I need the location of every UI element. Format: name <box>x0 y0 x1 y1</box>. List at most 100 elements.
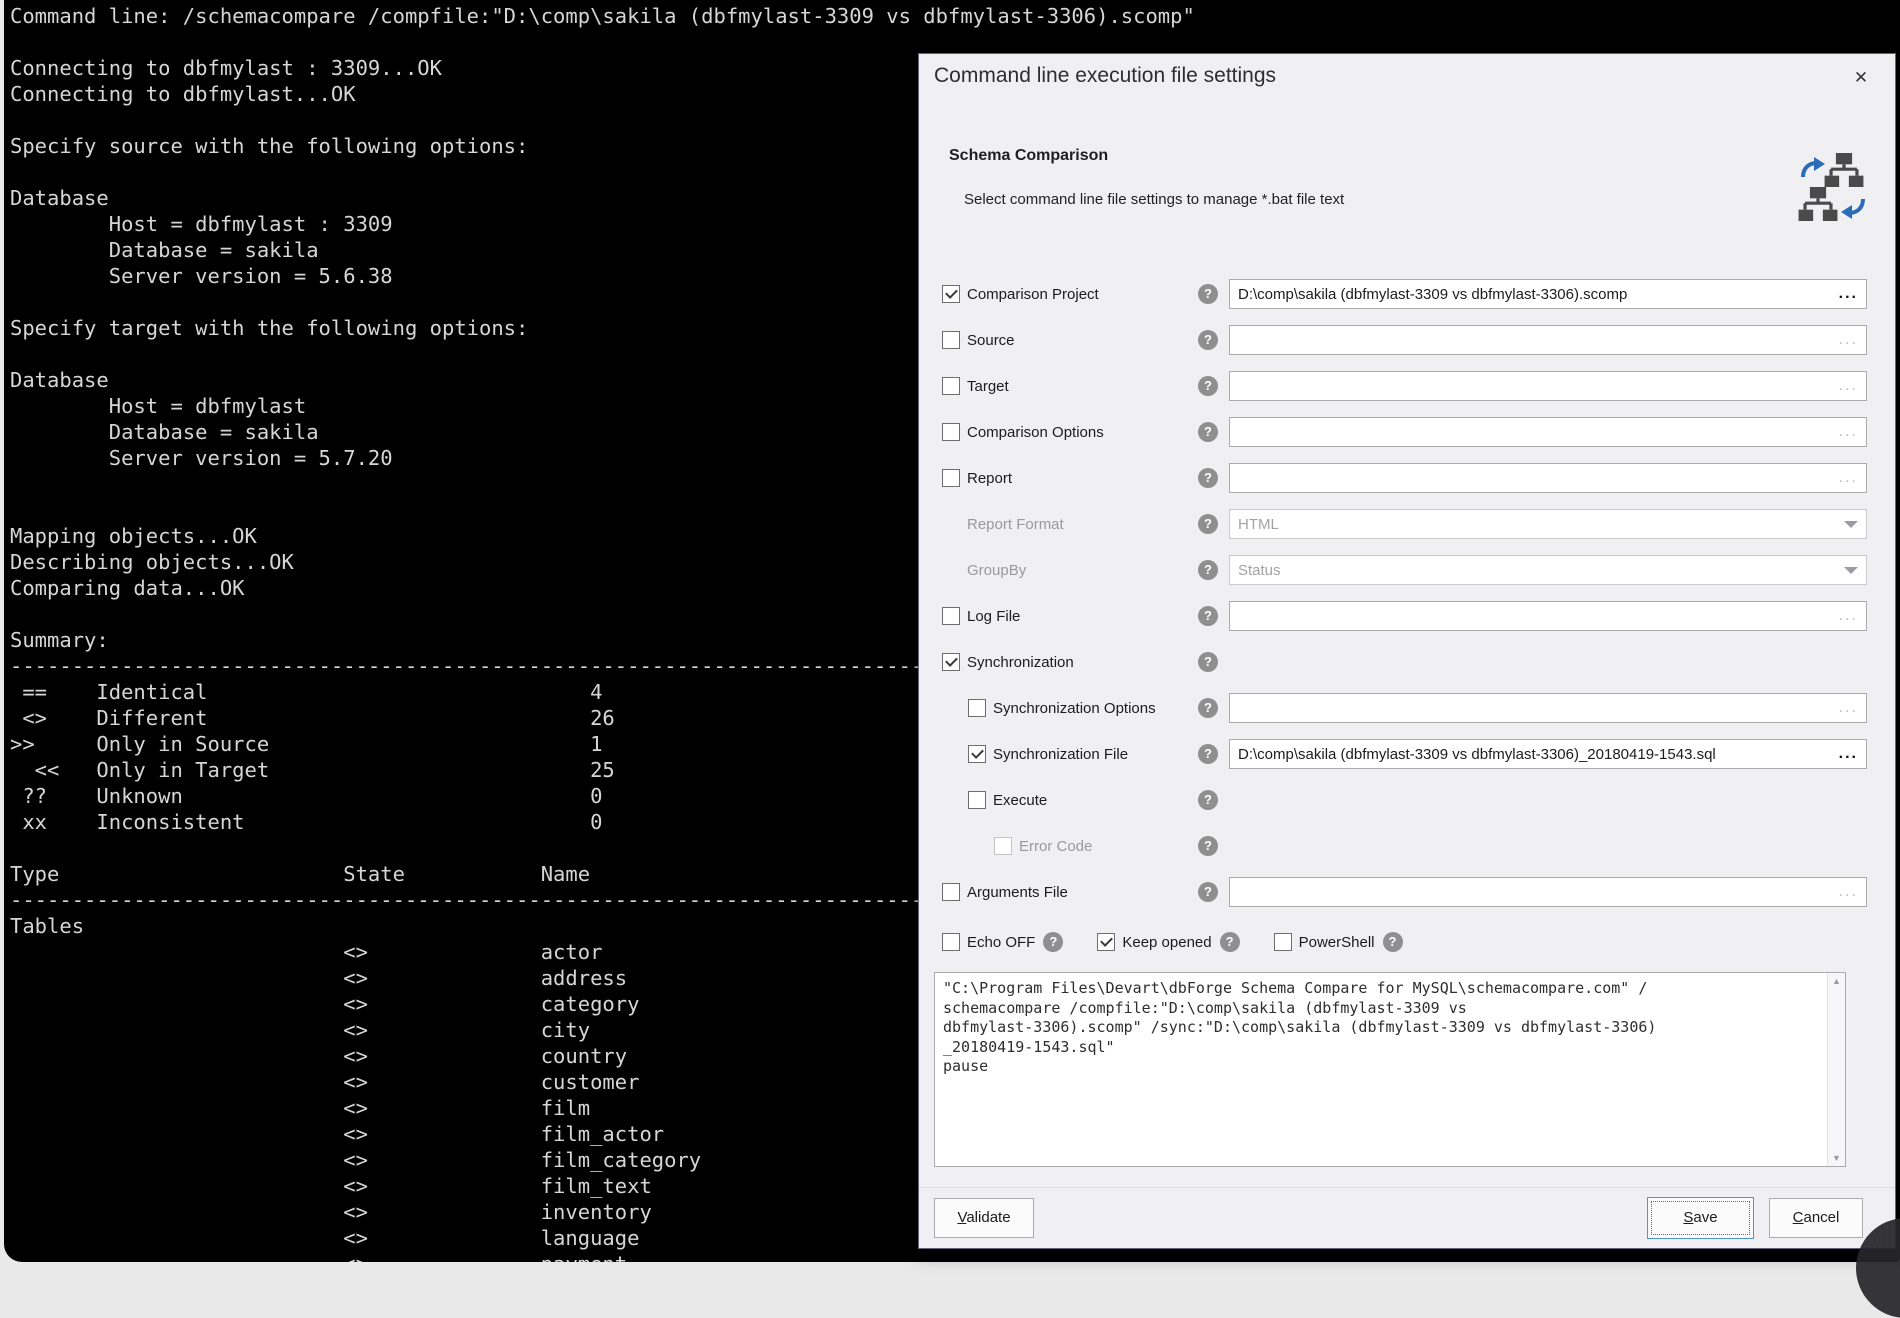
checkbox-comparison-project[interactable] <box>942 285 960 303</box>
source-field[interactable]: ... <box>1229 325 1867 355</box>
option-echo-off: Echo OFF ? <box>942 932 1063 952</box>
save-button[interactable]: Save <box>1647 1197 1754 1239</box>
browse-button[interactable]: ... <box>1839 611 1858 621</box>
label-error-code: Error Code <box>1019 838 1092 855</box>
help-icon[interactable]: ? <box>1198 514 1218 534</box>
groupby-dropdown: Status <box>1229 555 1867 585</box>
label-synchronization-file: Synchronization File <box>993 746 1128 763</box>
help-icon[interactable]: ? <box>1198 744 1218 764</box>
row-source: Source ? ... <box>919 317 1895 363</box>
checkbox-error-code <box>994 837 1012 855</box>
screen: { "colors": { "accent_blue": "#2b6cb8", … <box>0 0 1900 1284</box>
help-icon[interactable]: ? <box>1383 932 1403 952</box>
cancel-button[interactable]: Cancel <box>1769 1198 1863 1238</box>
help-icon[interactable]: ? <box>1198 468 1218 488</box>
undo-arrow-icon <box>1840 195 1866 219</box>
option-keep-opened: Keep opened ? <box>1097 932 1239 952</box>
checkbox-comparison-options[interactable] <box>942 423 960 441</box>
label-synchronization: Synchronization <box>967 654 1074 671</box>
comparison-project-field[interactable]: D:\comp\sakila (dbfmylast-3309 vs dbfmyl… <box>1229 279 1867 309</box>
help-icon[interactable]: ? <box>1198 376 1218 396</box>
row-arguments-file: Arguments File ? ... <box>919 869 1895 915</box>
checkbox-arguments-file[interactable] <box>942 883 960 901</box>
report-field[interactable]: ... <box>1229 463 1867 493</box>
settings-rows: Comparison Project ? D:\comp\sakila (dbf… <box>919 271 1895 915</box>
row-execute: Execute ? <box>919 777 1895 823</box>
browse-button[interactable]: ... <box>1839 381 1858 391</box>
label-synchronization-options: Synchronization Options <box>993 700 1156 717</box>
help-icon[interactable]: ? <box>1198 284 1218 304</box>
checkbox-log-file[interactable] <box>942 607 960 625</box>
row-synchronization: Synchronization ? <box>919 639 1895 685</box>
bat-options-row: Echo OFF ? Keep opened ? PowerShell ? <box>942 932 1403 952</box>
checkbox-synchronization-options[interactable] <box>968 699 986 717</box>
browse-button[interactable]: ... <box>1839 703 1858 713</box>
checkbox-execute[interactable] <box>968 791 986 809</box>
row-report-format: Report Format ? HTML <box>919 501 1895 547</box>
row-target: Target ? ... <box>919 363 1895 409</box>
row-groupby: GroupBy ? Status <box>919 547 1895 593</box>
dialog-footer: Validate Save Cancel <box>919 1187 1895 1249</box>
browse-button[interactable]: ... <box>1839 289 1858 299</box>
synchronization-file-field[interactable]: D:\comp\sakila (dbfmylast-3309 vs dbfmyl… <box>1229 739 1867 769</box>
help-icon[interactable]: ? <box>1198 790 1218 810</box>
help-icon[interactable]: ? <box>1043 932 1063 952</box>
checkbox-keep-opened[interactable] <box>1097 933 1115 951</box>
scroll-down-icon[interactable]: ▼ <box>1832 1150 1841 1166</box>
help-icon[interactable]: ? <box>1198 422 1218 442</box>
arguments-file-field[interactable]: ... <box>1229 877 1867 907</box>
label-comparison-options: Comparison Options <box>967 424 1104 441</box>
chevron-down-icon <box>1844 567 1858 574</box>
synchronization-options-field[interactable]: ... <box>1229 693 1867 723</box>
section-subtitle: Select command line file settings to man… <box>964 191 1344 208</box>
close-icon[interactable]: ✕ <box>1849 66 1873 90</box>
checkbox-echo-off[interactable] <box>942 933 960 951</box>
schema-comparison-icon <box>1798 151 1872 231</box>
row-comparison-project: Comparison Project ? D:\comp\sakila (dbf… <box>919 271 1895 317</box>
label-report-format: Report Format <box>967 516 1064 533</box>
label-source: Source <box>967 332 1015 349</box>
validate-button[interactable]: Validate <box>934 1198 1034 1238</box>
option-powershell: PowerShell ? <box>1274 932 1403 952</box>
help-icon[interactable]: ? <box>1198 882 1218 902</box>
report-format-dropdown: HTML <box>1229 509 1867 539</box>
help-icon[interactable]: ? <box>1198 836 1218 856</box>
label-report: Report <box>967 470 1012 487</box>
browse-button[interactable]: ... <box>1839 427 1858 437</box>
label-keep-opened: Keep opened <box>1122 934 1211 951</box>
org-chart-icon <box>1824 153 1864 187</box>
label-groupby: GroupBy <box>967 562 1026 579</box>
target-field[interactable]: ... <box>1229 371 1867 401</box>
comparison-options-field[interactable]: ... <box>1229 417 1867 447</box>
label-target: Target <box>967 378 1009 395</box>
checkbox-report[interactable] <box>942 469 960 487</box>
browse-button[interactable]: ... <box>1839 473 1858 483</box>
help-icon[interactable]: ? <box>1198 698 1218 718</box>
row-comparison-options: Comparison Options ? ... <box>919 409 1895 455</box>
scrollbar[interactable]: ▲ ▼ <box>1827 973 1845 1166</box>
dialog-title: Command line execution file settings <box>934 64 1276 88</box>
checkbox-synchronization-file[interactable] <box>968 745 986 763</box>
scroll-up-icon[interactable]: ▲ <box>1832 973 1841 989</box>
bat-file-text: "C:\Program Files\Devart\dbForge Schema … <box>935 973 1828 1083</box>
checkbox-source[interactable] <box>942 331 960 349</box>
browse-button[interactable]: ... <box>1839 749 1858 759</box>
checkbox-powershell[interactable] <box>1274 933 1292 951</box>
help-icon[interactable]: ? <box>1198 330 1218 350</box>
log-file-field[interactable]: ... <box>1229 601 1867 631</box>
help-icon[interactable]: ? <box>1198 606 1218 626</box>
help-icon[interactable]: ? <box>1220 932 1240 952</box>
help-icon[interactable]: ? <box>1198 560 1218 580</box>
checkbox-target[interactable] <box>942 377 960 395</box>
label-execute: Execute <box>993 792 1047 809</box>
row-error-code: Error Code ? <box>919 823 1895 869</box>
browse-button[interactable]: ... <box>1839 887 1858 897</box>
label-echo-off: Echo OFF <box>967 934 1035 951</box>
row-log-file: Log File ? ... <box>919 593 1895 639</box>
bat-file-text-area[interactable]: "C:\Program Files\Devart\dbForge Schema … <box>934 972 1846 1167</box>
checkbox-synchronization[interactable] <box>942 653 960 671</box>
browse-button[interactable]: ... <box>1839 335 1858 345</box>
label-arguments-file: Arguments File <box>967 884 1068 901</box>
label-log-file: Log File <box>967 608 1020 625</box>
help-icon[interactable]: ? <box>1198 652 1218 672</box>
